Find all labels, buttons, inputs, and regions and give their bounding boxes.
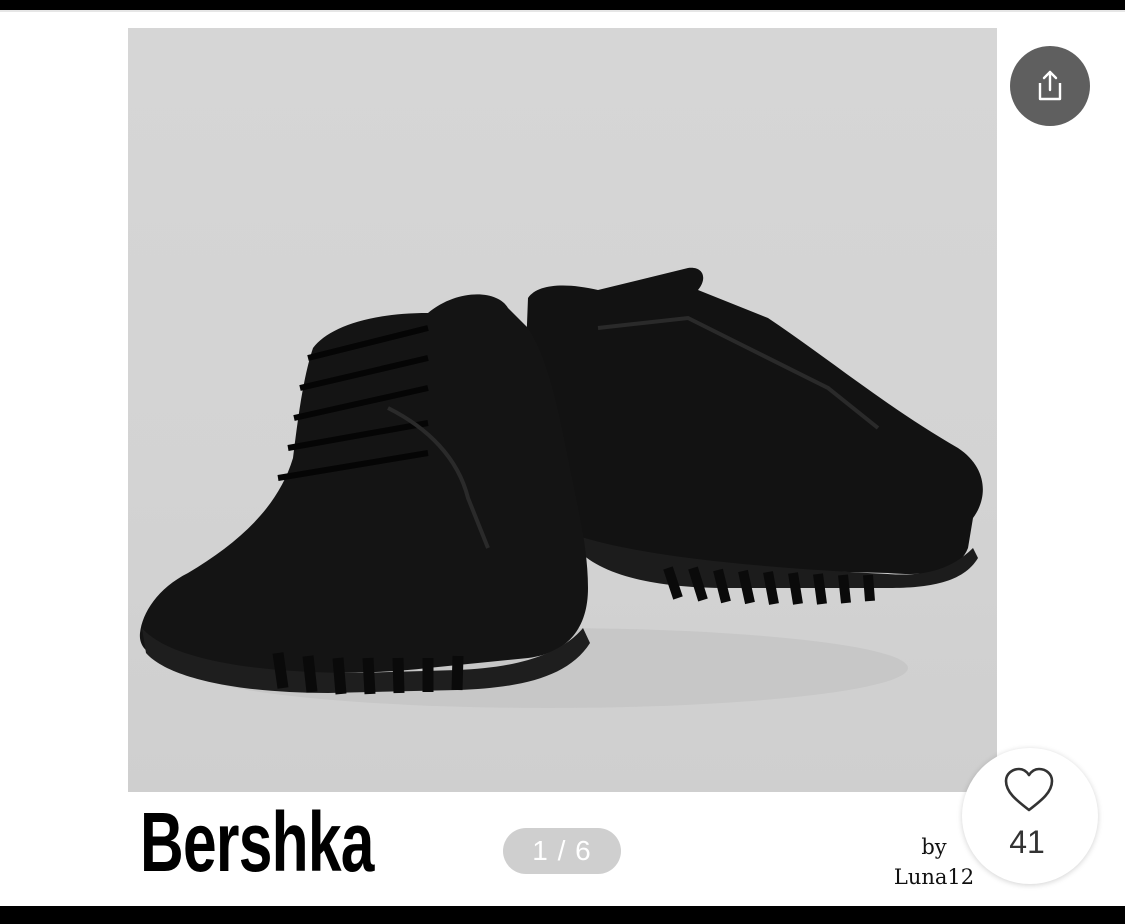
heart-icon [1004,767,1054,812]
share-button[interactable] [1010,46,1090,126]
product-image[interactable] [128,28,997,792]
back-sneaker [523,267,983,605]
front-sneaker [139,294,590,695]
listing-page: Bershka 1 / 6 by Luna12 41 [0,10,1125,906]
like-button[interactable]: 41 [962,748,1098,884]
like-count: 41 [1009,824,1045,860]
sneakers-illustration [139,267,983,708]
share-icon [1038,70,1062,101]
brand-title: Bershka [140,795,374,889]
top-frame-bar [0,0,1125,10]
author-name[interactable]: Luna12 [880,862,988,892]
bottom-frame-bar [0,906,1125,924]
image-counter: 1 / 6 [503,828,621,874]
